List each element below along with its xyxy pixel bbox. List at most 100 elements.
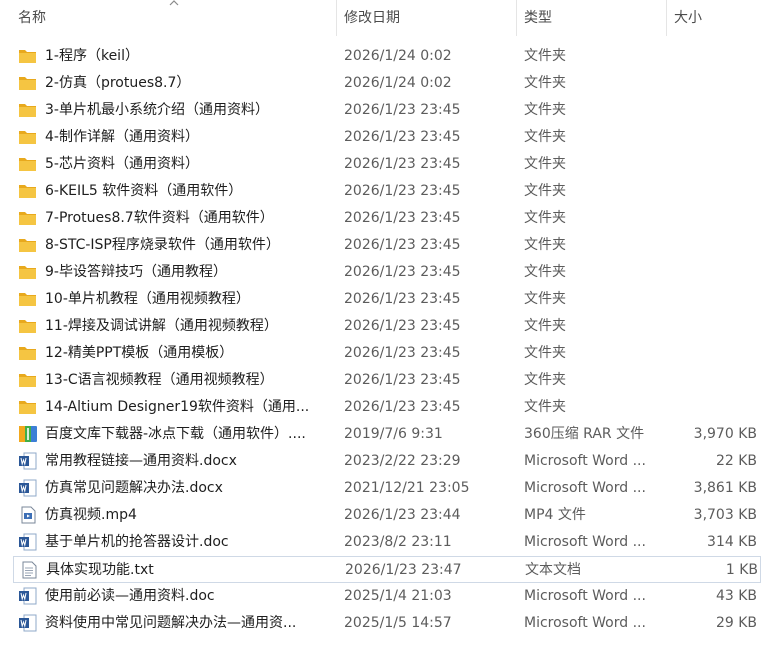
file-size [673, 43, 757, 70]
file-type: 文件夹 [524, 102, 566, 118]
file-size [673, 151, 757, 178]
file-name: 7-Protues8.7软件资料（通用软件） [45, 210, 274, 226]
file-name: 14-Altium Designer19软件资料（通用... [45, 399, 310, 415]
file-name: 百度文库下载器-冰点下载（通用软件）.... [45, 426, 306, 442]
file-date: 2021/12/21 23:05 [344, 480, 470, 496]
file-type: 文件夹 [524, 237, 566, 253]
file-row[interactable]: 8-STC-ISP程序烧录软件（通用软件） 2026/1/23 23:45 文件… [13, 232, 761, 259]
file-row[interactable]: 11-焊接及调试讲解（通用视频教程） 2026/1/23 23:45 文件夹 [13, 313, 761, 340]
file-size: 43 KB [715, 588, 757, 604]
file-size: 3,703 KB [693, 507, 757, 523]
file-row[interactable]: 6-KEIL5 软件资料（通用软件） 2026/1/23 23:45 文件夹 [13, 178, 761, 205]
file-name: 11-焊接及调试讲解（通用视频教程） [45, 318, 278, 334]
file-date: 2026/1/23 23:45 [344, 183, 461, 199]
word-document-icon [18, 451, 38, 471]
sort-ascending-icon [169, 0, 179, 6]
file-type: 360压缩 RAR 文件 [524, 426, 645, 442]
file-date: 2019/7/6 9:31 [344, 426, 443, 442]
file-row[interactable]: 2-仿真（protues8.7） 2026/1/24 0:02 文件夹 [13, 70, 761, 97]
file-size [673, 178, 757, 205]
file-name: 仿真常见问题解决办法.docx [45, 480, 223, 496]
file-date: 2026/1/23 23:45 [344, 399, 461, 415]
file-name: 具体实现功能.txt [46, 562, 154, 578]
folder-icon [18, 397, 38, 417]
file-type: 文件夹 [524, 129, 566, 145]
file-type: Microsoft Word ... [524, 534, 646, 550]
file-size [673, 259, 757, 286]
file-row[interactable]: 仿真视频.mp4 2026/1/23 23:44 MP4 文件 3,703 KB [13, 502, 761, 529]
file-date: 2026/1/23 23:45 [344, 372, 461, 388]
file-row[interactable]: 10-单片机教程（通用视频教程） 2026/1/23 23:45 文件夹 [13, 286, 761, 313]
file-size [673, 367, 757, 394]
file-row[interactable]: 9-毕设答辩技巧（通用教程） 2026/1/23 23:45 文件夹 [13, 259, 761, 286]
word-document-icon [18, 532, 38, 552]
word-document-icon [18, 478, 38, 498]
folder-icon [18, 262, 38, 282]
file-name: 9-毕设答辩技巧（通用教程） [45, 264, 227, 280]
folder-icon [18, 73, 38, 93]
file-date: 2026/1/23 23:45 [344, 156, 461, 172]
file-date: 2023/2/22 23:29 [344, 453, 461, 469]
file-date: 2026/1/23 23:45 [344, 345, 461, 361]
column-divider[interactable] [336, 0, 337, 36]
folder-icon [18, 235, 38, 255]
folder-icon [18, 370, 38, 390]
file-row[interactable]: 使用前必读—通用资料.doc 2025/1/4 21:03 Microsoft … [13, 583, 761, 610]
folder-icon [18, 154, 38, 174]
file-size [673, 286, 757, 313]
file-row[interactable]: 13-C语言视频教程（通用视频教程） 2026/1/23 23:45 文件夹 [13, 367, 761, 394]
column-divider[interactable] [516, 0, 517, 36]
file-date: 2026/1/23 23:45 [344, 210, 461, 226]
file-row-selected[interactable]: 具体实现功能.txt 2026/1/23 23:47 文本文档 1 KB [13, 556, 761, 583]
file-name: 8-STC-ISP程序烧录软件（通用软件） [45, 237, 280, 253]
file-date: 2026/1/23 23:47 [345, 562, 462, 578]
folder-icon [18, 100, 38, 120]
file-type: 文件夹 [524, 399, 566, 415]
folder-icon [18, 316, 38, 336]
file-size [673, 394, 757, 421]
file-row[interactable]: 14-Altium Designer19软件资料（通用... 2026/1/23… [13, 394, 761, 421]
column-header-type[interactable]: 类型 [524, 0, 654, 36]
file-name: 1-程序（keil） [45, 48, 139, 64]
file-row[interactable]: 12-精美PPT模板（通用模板） 2026/1/23 23:45 文件夹 [13, 340, 761, 367]
file-type: 文件夹 [524, 75, 566, 91]
file-name: 基于单片机的抢答器设计.doc [45, 534, 229, 550]
file-row[interactable]: 5-芯片资料（通用资料） 2026/1/23 23:45 文件夹 [13, 151, 761, 178]
file-size: 29 KB [715, 615, 757, 631]
file-name: 12-精美PPT模板（通用模板） [45, 345, 234, 361]
file-row[interactable]: 百度文库下载器-冰点下载（通用软件）.... 2019/7/6 9:31 360… [13, 421, 761, 448]
file-type: 文件夹 [524, 291, 566, 307]
file-size [673, 232, 757, 259]
file-size [673, 70, 757, 97]
file-type: 文件夹 [524, 183, 566, 199]
file-size: 3,970 KB [693, 426, 757, 442]
file-date: 2023/8/2 23:11 [344, 534, 452, 550]
file-row[interactable]: 1-程序（keil） 2026/1/24 0:02 文件夹 [13, 43, 761, 70]
file-row[interactable]: 仿真常见问题解决办法.docx 2021/12/21 23:05 Microso… [13, 475, 761, 502]
file-type: 文本文档 [525, 562, 581, 578]
folder-icon [18, 343, 38, 363]
column-divider[interactable] [666, 0, 667, 36]
file-type: 文件夹 [524, 318, 566, 334]
file-date: 2025/1/4 21:03 [344, 588, 452, 604]
file-type: 文件夹 [524, 48, 566, 64]
file-name: 13-C语言视频教程（通用视频教程） [45, 372, 274, 388]
file-date: 2026/1/23 23:45 [344, 318, 461, 334]
file-row[interactable]: 3-单片机最小系统介绍（通用资料） 2026/1/23 23:45 文件夹 [13, 97, 761, 124]
file-name: 4-制作详解（通用资料） [45, 129, 199, 145]
file-row[interactable]: 4-制作详解（通用资料） 2026/1/23 23:45 文件夹 [13, 124, 761, 151]
file-row[interactable]: 常用教程链接—通用资料.docx 2023/2/22 23:29 Microso… [13, 448, 761, 475]
file-type: 文件夹 [524, 345, 566, 361]
file-row[interactable]: 资料使用中常见问题解决办法—通用资... 2025/1/5 14:57 Micr… [13, 610, 761, 637]
file-size [673, 313, 757, 340]
folder-icon [18, 181, 38, 201]
video-file-icon [18, 505, 38, 525]
column-header-date[interactable]: 修改日期 [344, 0, 504, 36]
file-row[interactable]: 7-Protues8.7软件资料（通用软件） 2026/1/23 23:45 文… [13, 205, 761, 232]
column-header-size[interactable]: 大小 [674, 0, 774, 36]
file-type: Microsoft Word ... [524, 453, 646, 469]
file-size: 3,861 KB [693, 480, 757, 496]
file-row[interactable]: 基于单片机的抢答器设计.doc 2023/8/2 23:11 Microsoft… [13, 529, 761, 556]
file-size: 22 KB [715, 453, 757, 469]
file-size [673, 124, 757, 151]
